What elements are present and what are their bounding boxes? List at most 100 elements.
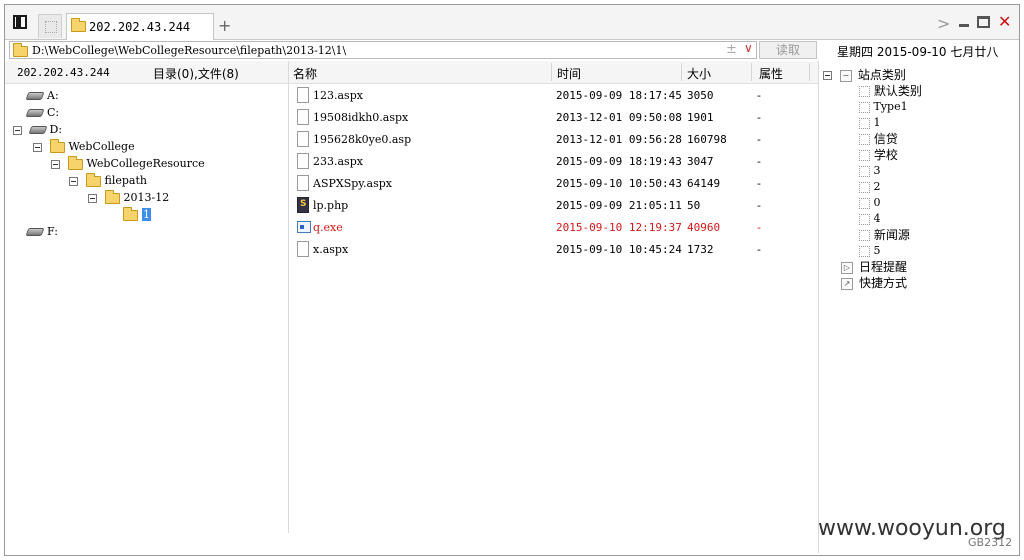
date-display: 星期四 2015-09-10 七月廿八 (837, 45, 999, 59)
site-category-label: 站点类别 (857, 68, 906, 82)
item-icon (859, 245, 870, 257)
chevron-down-icon[interactable]: ∨ (744, 41, 753, 55)
tree-label: F: (47, 225, 58, 238)
schedule-label: 日程提醒 (859, 260, 908, 274)
schedule-icon: ▷ (841, 261, 853, 274)
file-row[interactable]: x.aspx 2015-09-10 10:45:24 1732 - (289, 239, 818, 261)
new-tab-button[interactable]: + (218, 16, 231, 35)
file-size: 40960 (687, 221, 721, 234)
maximize-button[interactable] (977, 16, 990, 28)
category-item[interactable]: 默认类别 (859, 83, 922, 99)
collapse-icon[interactable] (88, 193, 97, 203)
category-item[interactable]: 4 (859, 211, 881, 227)
collapse-icon[interactable] (51, 159, 60, 169)
file-size: 3047 (687, 155, 714, 168)
site-category-node[interactable]: − 站点类别 (823, 67, 906, 83)
tree-node-filepath[interactable]: filepath (69, 172, 147, 189)
tree-node-c[interactable]: C: (25, 105, 59, 121)
category-label: Type1 (873, 100, 908, 113)
category-item[interactable]: 5 (859, 243, 881, 259)
column-divider[interactable] (751, 63, 752, 81)
blank-tab[interactable] (38, 14, 62, 38)
tree-node-webcollege[interactable]: WebCollege (33, 138, 135, 155)
tree-label: 2013-12 (123, 191, 170, 204)
file-time: 2015-09-10 12:19:37 (556, 221, 682, 234)
collapse-icon[interactable] (33, 142, 42, 152)
folder-icon (85, 172, 101, 187)
category-item[interactable]: 2 (859, 179, 881, 195)
file-time: 2015-09-09 21:05:11 (556, 199, 682, 212)
column-name[interactable]: 名称 (293, 65, 317, 82)
tree-node-webcollegeresource[interactable]: WebCollegeResource (51, 155, 205, 172)
drive-icon (25, 228, 45, 236)
open-folder-icon (123, 206, 138, 221)
folder-icon (13, 43, 28, 57)
address-path[interactable]: D:\WebCollege\WebCollegeResource\filepat… (32, 44, 346, 57)
category-label: 1 (873, 116, 881, 129)
file-row[interactable]: 195628k0ye0.asp 2013-12-01 09:56:28 1607… (289, 129, 818, 151)
file-icon (297, 109, 309, 125)
close-button[interactable]: ✕ (998, 12, 1011, 31)
category-item[interactable]: 新闻源 (859, 227, 910, 243)
tree-label: A: (47, 89, 59, 102)
category-item[interactable]: 信贷 (859, 131, 898, 147)
collapse-icon[interactable] (823, 71, 832, 80)
item-icon (859, 230, 870, 241)
file-attr: - (757, 89, 761, 102)
category-item[interactable]: 1 (859, 115, 881, 131)
item-icon (859, 134, 870, 145)
file-time: 2015-09-09 18:19:43 (556, 155, 682, 168)
toggle-panel-icon[interactable] (13, 15, 27, 29)
chevron-right-icon[interactable]: > (937, 14, 950, 33)
tree-label: filepath (104, 174, 147, 187)
file-row[interactable]: 19508idkh0.aspx 2013-12-01 09:50:08 1901… (289, 107, 818, 129)
tab-active[interactable]: 202.202.43.244 (66, 13, 214, 40)
tree-node-1[interactable]: 1 (123, 206, 151, 223)
tab-label: 202.202.43.244 (89, 20, 191, 34)
file-icon (297, 87, 309, 103)
category-icon: − (839, 69, 852, 82)
category-label: 2 (873, 180, 881, 193)
category-item[interactable]: 学校 (859, 147, 898, 163)
tree-label: WebCollegeResource (86, 157, 205, 170)
tree-node-a[interactable]: A: (25, 88, 59, 104)
file-name: 233.aspx (313, 155, 363, 168)
category-item[interactable]: 0 (859, 195, 881, 211)
file-row-highlighted[interactable]: q.exe 2015-09-10 12:19:37 40960 - (289, 217, 818, 239)
plus-minus-icon[interactable]: ± (726, 42, 737, 57)
item-icon (859, 86, 870, 97)
file-time: 2013-12-01 09:50:08 (556, 111, 682, 124)
file-attr: - (757, 111, 761, 124)
category-label: 默认类别 (873, 84, 922, 98)
column-time[interactable]: 时间 (557, 65, 581, 82)
minimize-button[interactable] (957, 15, 971, 29)
item-count: 目录(0),文件(8) (153, 67, 239, 81)
column-attr[interactable]: 属性 (759, 65, 783, 82)
tree-node-f[interactable]: F: (25, 224, 58, 240)
column-divider[interactable] (681, 63, 682, 81)
read-button[interactable]: 读取 (759, 41, 817, 59)
file-size: 1901 (687, 111, 714, 124)
collapse-icon[interactable] (69, 176, 78, 186)
category-item[interactable]: 3 (859, 163, 881, 179)
collapse-icon[interactable] (13, 125, 22, 135)
file-row[interactable]: ASPXSpy.aspx 2015-09-10 10:50:43 64149 - (289, 173, 818, 195)
file-attr: - (757, 155, 761, 168)
address-bar[interactable]: D:\WebCollege\WebCollegeResource\filepat… (9, 41, 757, 59)
file-name: q.exe (313, 221, 343, 234)
tree-label-selected: 1 (142, 208, 151, 221)
folder-icon (104, 189, 120, 204)
tree-node-2013-12[interactable]: 2013-12 (88, 189, 170, 206)
file-row[interactable]: 123.aspx 2015-09-09 18:17:45 3050 - (289, 85, 818, 107)
category-item[interactable]: Type1 (859, 99, 908, 115)
tree-node-d[interactable]: D: (13, 122, 62, 138)
column-divider[interactable] (551, 63, 552, 81)
file-row[interactable]: 233.aspx 2015-09-09 18:19:43 3047 - (289, 151, 818, 173)
column-divider[interactable] (809, 63, 810, 81)
drive-icon (25, 109, 45, 117)
file-row[interactable]: lp.php 2015-09-09 21:05:11 50 - (289, 195, 818, 217)
shortcuts-node[interactable]: ↗ 快捷方式 (841, 275, 907, 291)
file-attr: - (757, 133, 761, 146)
column-size[interactable]: 大小 (687, 65, 711, 82)
schedule-node[interactable]: ▷ 日程提醒 (841, 259, 907, 275)
